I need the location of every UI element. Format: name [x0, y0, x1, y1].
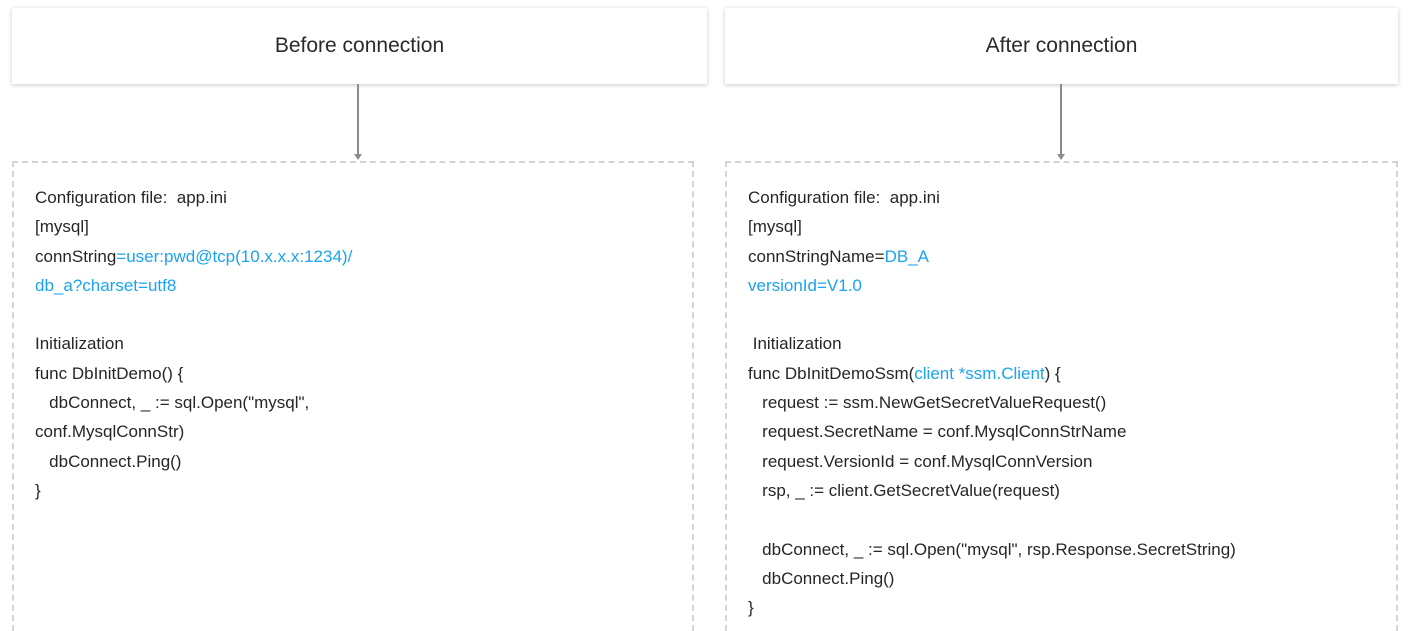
code-line: dbConnect, _ := sql.Open("mysql",: [35, 388, 352, 417]
code-line: dbConnect.Ping(): [748, 564, 1236, 593]
code-text: request := ssm.NewGetSecretValueRequest(…: [748, 393, 1107, 413]
code-line: request.VersionId = conf.MysqlConnVersio…: [748, 447, 1236, 476]
code-text: connString: [35, 246, 117, 266]
before-connection-header: Before connection: [12, 8, 707, 84]
code-highlight: =user:pwd@tcp(10.x.x.x:1234)/: [116, 246, 353, 266]
code-line: Configuration file: app.ini: [748, 183, 1236, 212]
before-connection-title: Before connection: [274, 34, 445, 57]
code-line: connString=user:pwd@tcp(10.x.x.x:1234)/: [35, 242, 352, 271]
code-line: request.SecretName = conf.MysqlConnStrNa…: [748, 417, 1236, 446]
code-text: dbConnect.Ping(): [35, 451, 182, 471]
code-line: Configuration file: app.ini: [35, 183, 352, 212]
left-arrow-icon: [354, 154, 362, 160]
code-line: Initialization: [748, 329, 1236, 358]
code-highlight: DB_A: [884, 246, 929, 266]
code-line: }: [35, 476, 352, 505]
code-text: Configuration file: app.ini: [35, 188, 227, 207]
code-line: dbConnect, _ := sql.Open("mysql", rsp.Re…: [748, 535, 1236, 564]
after-connection-header: After connection: [725, 8, 1398, 84]
code-text: rsp, _ := client.GetSecretValue(request): [748, 480, 1060, 500]
right-arrow-icon: [1057, 154, 1065, 160]
code-highlight: versionId=V1.0: [748, 275, 862, 295]
code-text: dbConnect, _ := sql.Open("mysql", rsp.Re…: [748, 539, 1236, 559]
code-text: dbConnect, _ := sql.Open("mysql",: [35, 393, 310, 413]
code-line: request := ssm.NewGetSecretValueRequest(…: [748, 388, 1236, 417]
code-line: func DbInitDemo() {: [35, 359, 352, 388]
code-text: }: [748, 598, 754, 618]
before-connection-code: Configuration file: app.ini [mysql] connSt…: [35, 183, 352, 505]
code-text: Configuration file: app.ini: [748, 188, 940, 207]
code-text: request.VersionId = conf.MysqlConnVersio…: [748, 451, 1093, 471]
after-connection-title: After connection: [985, 34, 1138, 57]
code-text: Initialization: [748, 334, 842, 354]
code-line: connStringName=DB_A: [748, 242, 1236, 271]
code-text: conf.MysqlConnStr): [35, 422, 185, 442]
code-line: db_a?charset=utf8: [35, 271, 352, 300]
code-text: [mysql]: [35, 217, 89, 237]
right-connector-line: [1060, 84, 1062, 154]
comparison-diagram: Before connection After connection Confi…: [0, 0, 1409, 631]
code-line: versionId=V1.0: [748, 271, 1236, 300]
code-line: [mysql]: [748, 212, 1236, 241]
code-text: ) {: [1044, 363, 1061, 383]
code-text: dbConnect.Ping(): [748, 568, 895, 588]
code-line: conf.MysqlConnStr): [35, 417, 352, 446]
code-line: rsp, _ := client.GetSecretValue(request): [748, 476, 1236, 505]
code-line: dbConnect.Ping(): [35, 447, 352, 476]
code-highlight: client *ssm.Client: [914, 363, 1045, 383]
code-text: Initialization: [35, 334, 124, 354]
code-text: connStringName=: [748, 246, 885, 266]
code-text: func DbInitDemo() {: [35, 363, 184, 383]
code-line: [mysql]: [35, 212, 352, 241]
after-connection-code: Configuration file: app.ini [mysql] connSt…: [748, 183, 1236, 622]
code-line: func DbInitDemoSsm(client *ssm.Client) {: [748, 359, 1236, 388]
code-text: func DbInitDemoSsm(: [748, 363, 915, 383]
code-text: request.SecretName = conf.MysqlConnStrNa…: [748, 422, 1127, 442]
code-text: [mysql]: [748, 217, 802, 237]
code-line: }: [748, 593, 1236, 622]
code-text: }: [35, 480, 41, 500]
left-connector-line: [357, 84, 359, 154]
code-line: Initialization: [35, 329, 352, 358]
code-highlight: db_a?charset=utf8: [35, 275, 177, 295]
